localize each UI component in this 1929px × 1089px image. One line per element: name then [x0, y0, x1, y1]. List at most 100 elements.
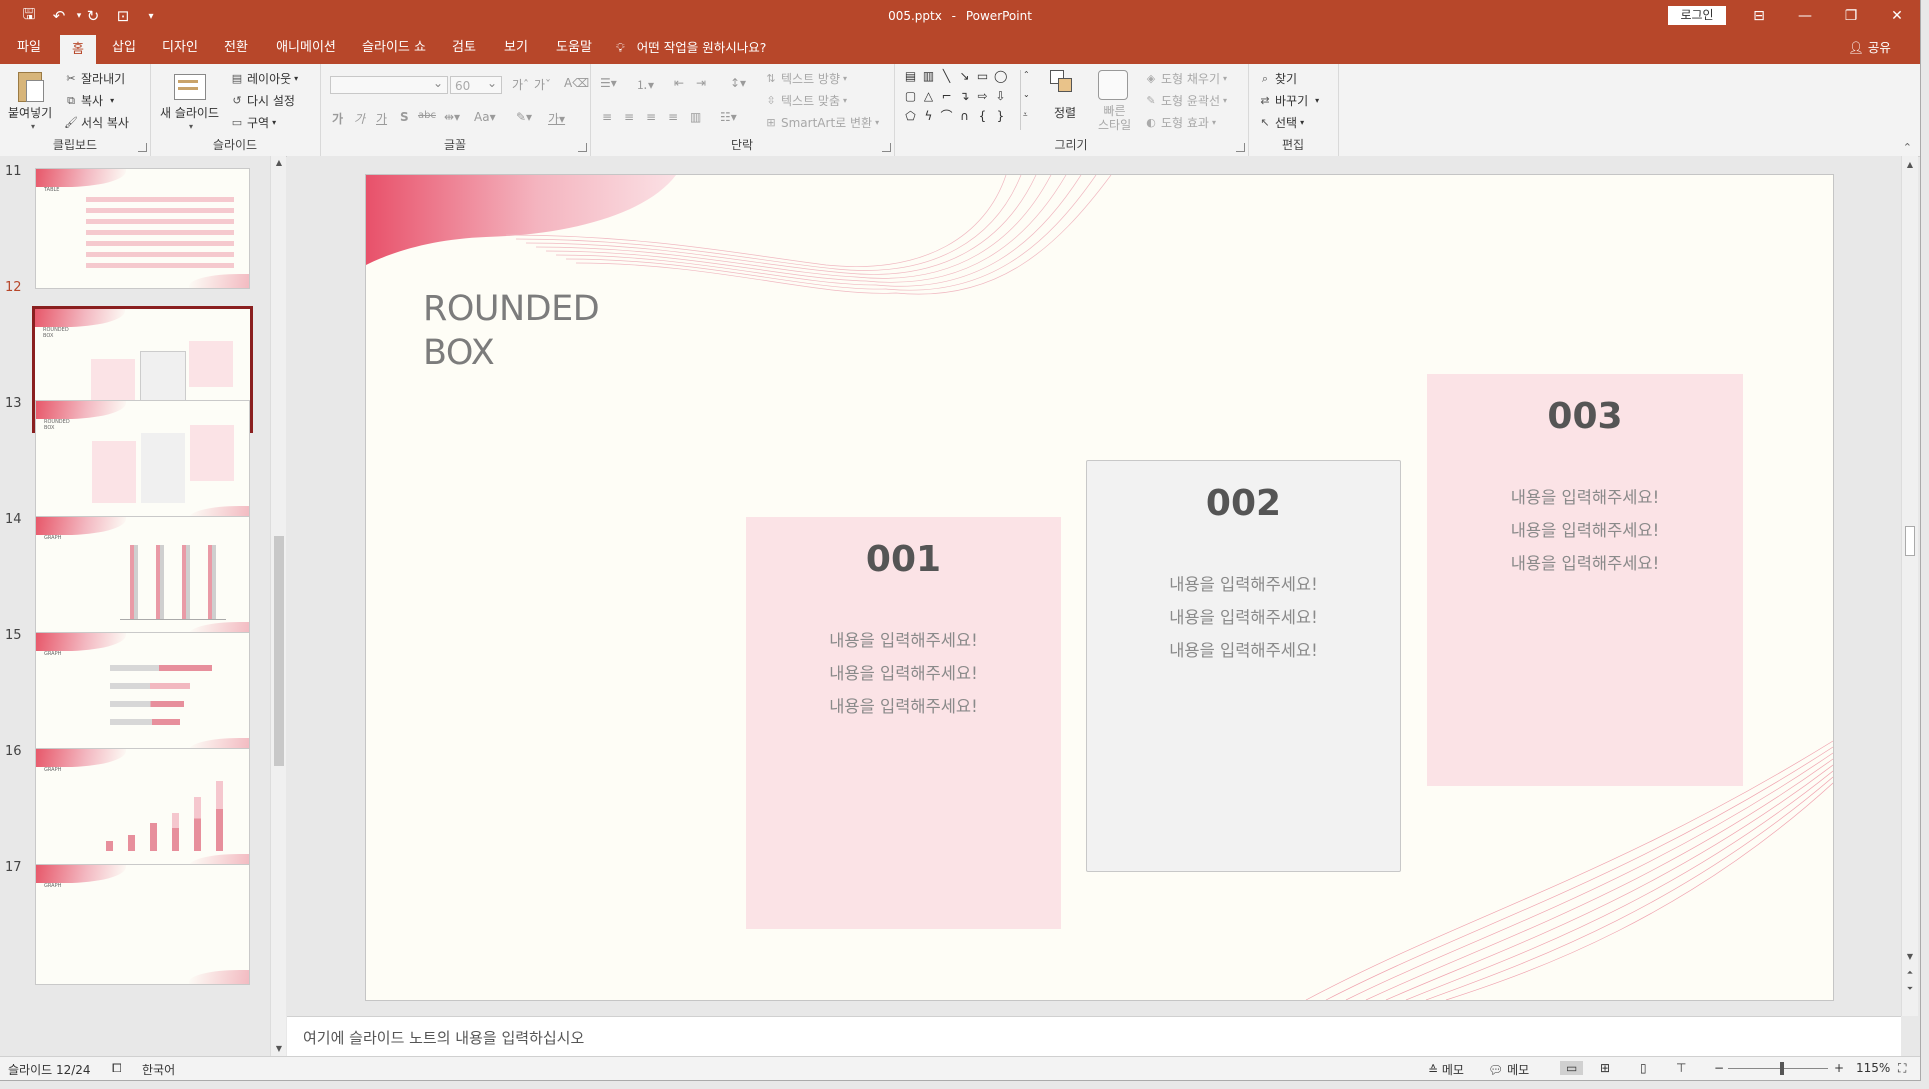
share-button[interactable]: 👤︎ 공유	[1848, 32, 1891, 64]
login-button[interactable]: 로그인	[1668, 6, 1726, 25]
slide-sorter-icon[interactable]: ⊞	[1600, 1061, 1610, 1075]
language-indicator[interactable]: 한국어	[142, 1061, 175, 1078]
notes-toggle[interactable]: ≙ 메모	[1428, 1061, 1464, 1078]
arc-shape-icon[interactable]: ⌒	[940, 110, 953, 123]
tab-design[interactable]: 디자인	[154, 32, 206, 64]
decrease-font-icon[interactable]: 가ˇ	[534, 76, 551, 93]
textbox-shape-icon[interactable]: ▤	[904, 70, 917, 83]
text-direction-button[interactable]: ⇅ 텍스트 방향 ▾	[764, 70, 847, 87]
undo-icon[interactable]: ↶	[48, 6, 70, 26]
font-name-select[interactable]	[330, 74, 448, 94]
thumbnails-scrollbar[interactable]: ▲ ▼	[270, 156, 286, 1056]
paste-icon[interactable]	[14, 70, 44, 104]
rectangle-shape-icon[interactable]: ▭	[976, 70, 989, 83]
format-painter-button[interactable]: 🖌︎ 서식 복사	[64, 114, 129, 131]
bullets-icon[interactable]: ☰▾	[600, 76, 617, 90]
vertical-textbox-shape-icon[interactable]: ▥	[922, 70, 935, 83]
select-button[interactable]: ↖ 선택 ▾	[1258, 114, 1304, 131]
increase-indent-icon[interactable]: ⇥	[696, 76, 706, 90]
notes-pane[interactable]: 여기에 슬라이드 노트의 내용을 입력하십시오	[287, 1016, 1901, 1057]
align-center-icon[interactable]: ≡	[624, 110, 634, 124]
reset-button[interactable]: ↺ 다시 설정	[230, 92, 295, 109]
rounded-box-003[interactable]: 003 내용을 입력해주세요! 내용을 입력해주세요! 내용을 입력해주세요!	[1427, 374, 1743, 786]
slide-scroll-thumb[interactable]	[1905, 526, 1915, 556]
chevron-up-icon[interactable]: ⌃	[1023, 70, 1030, 79]
paragraph-launcher-icon[interactable]	[882, 143, 891, 152]
reading-view-icon[interactable]: ▯	[1640, 1061, 1647, 1075]
next-slide-icon[interactable]: ⏷	[1902, 984, 1918, 994]
line-spacing-icon[interactable]: ↕▾	[730, 76, 746, 90]
elbow-connector-shape-icon[interactable]: ⌐	[940, 90, 953, 103]
left-brace-shape-icon[interactable]: {	[976, 110, 989, 123]
replace-button[interactable]: ⇄ 바꾸기 ▾	[1258, 92, 1319, 109]
thumbnails-scroll-thumb[interactable]	[274, 536, 284, 766]
strikethrough-icon[interactable]: abc	[418, 110, 436, 121]
line-shape-icon[interactable]: ╲	[940, 70, 953, 83]
restore-icon[interactable]: ❐	[1828, 0, 1874, 32]
shape-fill-button[interactable]: ◈ 도형 채우기 ▾	[1144, 70, 1227, 87]
underline-icon[interactable]: 가	[376, 110, 387, 127]
oval-shape-icon[interactable]: ◯	[994, 70, 1007, 83]
new-slide-button[interactable]: 새 슬라이드	[160, 104, 219, 121]
shadow-icon[interactable]: S	[400, 110, 409, 124]
layout-button[interactable]: ▤ 레이아웃 ▾	[230, 70, 298, 87]
lightning-shape-icon[interactable]: ϟ	[922, 110, 935, 123]
align-left-icon[interactable]: ≡	[602, 110, 612, 124]
copy-button[interactable]: ⧉ 복사 ▾	[64, 92, 114, 109]
minimize-icon[interactable]: —	[1782, 0, 1828, 32]
chevron-down-icon[interactable]: ⌄	[1023, 90, 1030, 99]
right-brace-shape-icon[interactable]: }	[994, 110, 1007, 123]
increase-font-icon[interactable]: 가ˆ	[512, 76, 529, 93]
zoom-slider-thumb[interactable]	[1780, 1062, 1784, 1075]
font-color-icon[interactable]: 가▾	[548, 110, 565, 127]
character-spacing-icon[interactable]: ⇹▾	[444, 110, 460, 124]
tab-slideshow[interactable]: 슬라이드 쇼	[356, 32, 432, 64]
drawing-launcher-icon[interactable]	[1236, 143, 1245, 152]
slide-thumbnail-11[interactable]: TABLE	[35, 168, 250, 289]
shape-effects-button[interactable]: ◐ 도형 효과 ▾	[1144, 114, 1216, 131]
elbow-arrow-shape-icon[interactable]: ↴	[958, 90, 971, 103]
rounded-rectangle-shape-icon[interactable]: ▢	[904, 90, 917, 103]
slide-thumbnail-14[interactable]: GRAPH	[35, 516, 250, 637]
tab-animations[interactable]: 애니메이션	[268, 32, 344, 64]
justify-icon[interactable]: ≡	[668, 110, 678, 124]
tab-insert[interactable]: 삽입	[104, 32, 144, 64]
save-icon[interactable]: 🖫	[18, 5, 40, 26]
arrange-icon[interactable]	[1050, 70, 1076, 96]
zoom-out-icon[interactable]: −	[1714, 1061, 1724, 1075]
slideshow-view-icon[interactable]: ⊤	[1676, 1061, 1686, 1075]
slide-thumbnail-15[interactable]: GRAPH	[35, 632, 250, 753]
redo-icon[interactable]: ↻	[82, 6, 104, 26]
align-text-button[interactable]: ⇳ 텍스트 맞춤 ▾	[764, 92, 847, 109]
slide-canvas[interactable]: ROUNDED BOX 001 내용을 입력해주세요! 내용을 입력해주세요! …	[365, 174, 1834, 1001]
zoom-level[interactable]: 115%	[1856, 1061, 1890, 1075]
scroll-up-icon[interactable]: ▲	[1902, 160, 1918, 169]
scroll-up-icon[interactable]: ▲	[271, 158, 286, 167]
tab-home[interactable]: 홈	[60, 35, 96, 64]
comments-toggle[interactable]: 💬︎ 메모	[1488, 1061, 1529, 1078]
right-arrow-shape-icon[interactable]: ⇨	[976, 90, 989, 103]
highlight-icon[interactable]: ✎▾	[516, 110, 532, 124]
numbering-icon[interactable]: ⒈▾	[636, 76, 654, 93]
curve-shape-icon[interactable]: ∩	[958, 110, 971, 123]
zoom-slider[interactable]	[1728, 1062, 1828, 1075]
paragraph-spacing-icon[interactable]: ☷▾	[720, 110, 737, 124]
scroll-down-icon[interactable]: ▼	[1902, 952, 1918, 961]
slide-title[interactable]: ROUNDED BOX	[423, 287, 600, 375]
slide-thumbnail-16[interactable]: GRAPH	[35, 748, 250, 869]
rounded-box-002[interactable]: 002 내용을 입력해주세요! 내용을 입력해주세요! 내용을 입력해주세요!	[1086, 460, 1401, 872]
slide-thumbnail-13[interactable]: ROUNDED BOX	[35, 400, 250, 521]
columns-icon[interactable]: ▥	[690, 110, 701, 124]
smartart-button[interactable]: ⊞ SmartArt로 변환 ▾	[764, 114, 879, 131]
cut-button[interactable]: ✂ 잘라내기	[64, 70, 125, 87]
arrange-button[interactable]: 정렬	[1054, 104, 1076, 121]
tab-review[interactable]: 검토	[444, 32, 484, 64]
pentagon-shape-icon[interactable]: ⬠	[904, 110, 917, 123]
previous-slide-icon[interactable]: ⏶	[1902, 968, 1918, 978]
zoom-in-icon[interactable]: +	[1834, 1061, 1844, 1075]
align-right-icon[interactable]: ≡	[646, 110, 656, 124]
rounded-box-001[interactable]: 001 내용을 입력해주세요! 내용을 입력해주세요! 내용을 입력해주세요!	[746, 517, 1061, 929]
quick-styles-icon[interactable]	[1098, 70, 1128, 100]
font-size-select[interactable]: 60	[450, 74, 502, 94]
section-button[interactable]: ▭ 구역 ▾	[230, 114, 276, 131]
